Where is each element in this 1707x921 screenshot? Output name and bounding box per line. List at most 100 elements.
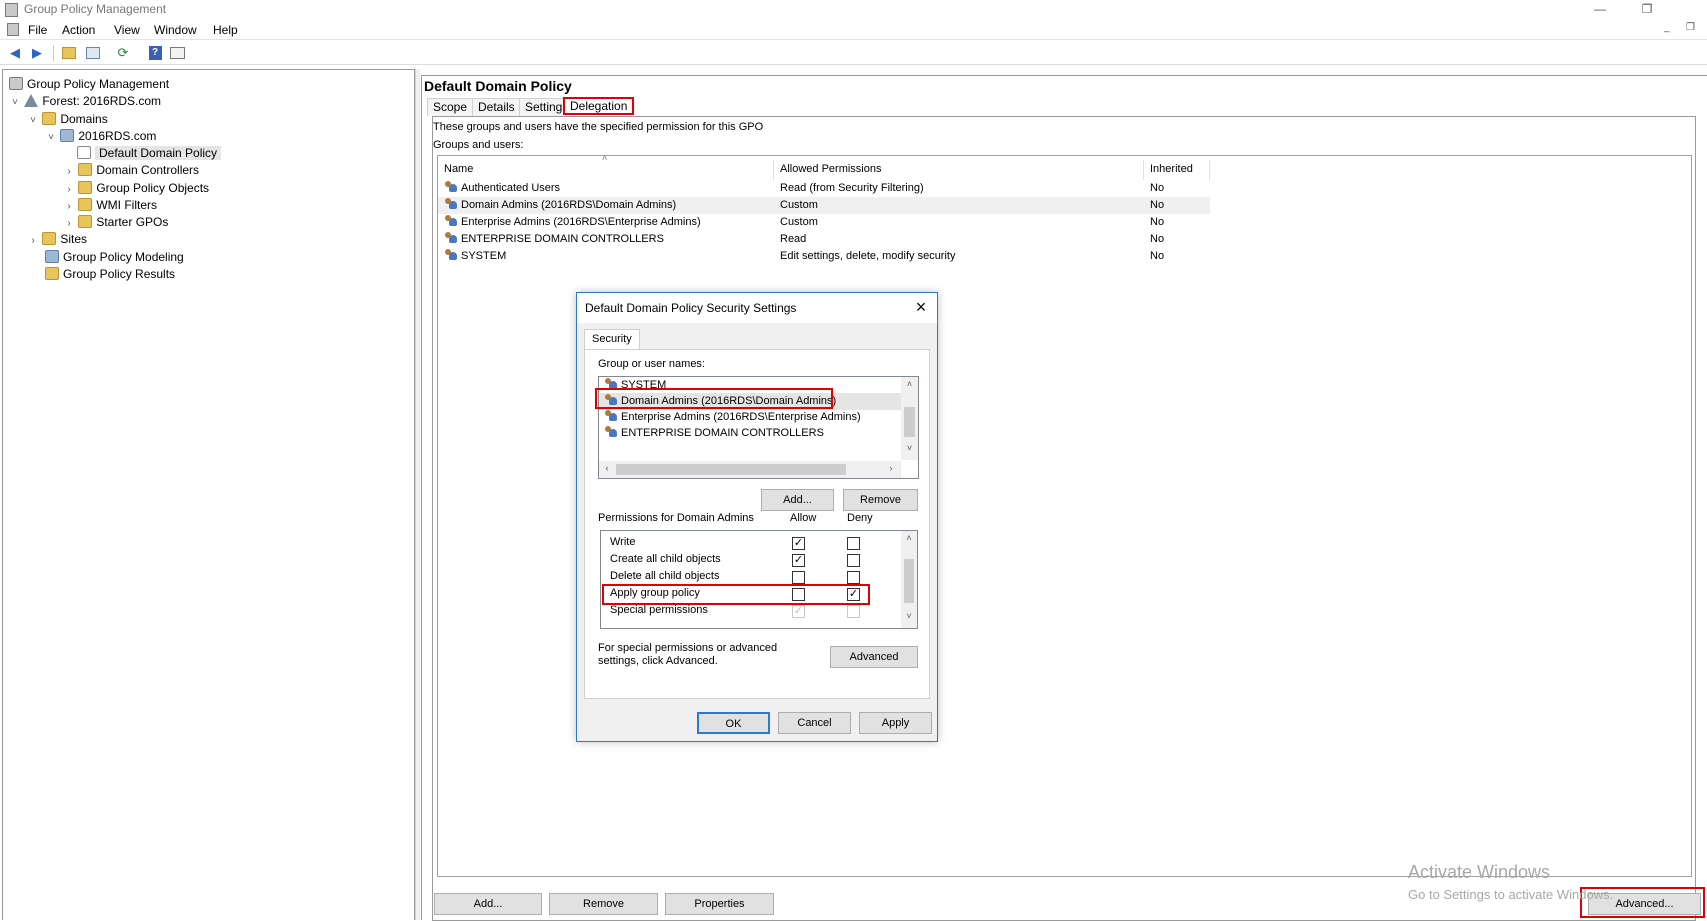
hscrollbar-thumb[interactable]: [616, 464, 846, 475]
advanced-settings-button[interactable]: Advanced: [830, 646, 918, 668]
tree-default-domain-policy[interactable]: Default Domain Policy: [77, 145, 222, 162]
menu-help[interactable]: Help: [213, 23, 238, 37]
column-header-name[interactable]: Name: [438, 160, 774, 180]
tab-security[interactable]: Security: [584, 329, 640, 349]
properties-button[interactable]: Properties: [665, 893, 774, 915]
child-restore-icon[interactable]: ❐: [1686, 22, 1695, 33]
child-minimize-icon[interactable]: _: [1664, 22, 1670, 33]
add-button[interactable]: Add...: [434, 893, 542, 915]
refresh-icon[interactable]: ⟳: [114, 44, 132, 62]
minimize-button[interactable]: —: [1585, 0, 1615, 20]
tree-starter[interactable]: › Starter GPOs: [63, 214, 168, 231]
user-highlight: [595, 388, 833, 409]
table-row[interactable]: SYSTEM Edit settings, delete, modify sec…: [438, 248, 1210, 265]
close-icon[interactable]: ×: [909, 296, 933, 320]
scroll-down-icon[interactable]: ˅: [901, 611, 917, 621]
apply-button[interactable]: Apply: [859, 712, 932, 734]
scroll-left-icon[interactable]: ‹: [601, 463, 613, 473]
window-title: Group Policy Management: [24, 2, 167, 16]
expand-chevron-icon[interactable]: ›: [27, 232, 39, 249]
table-row[interactable]: Enterprise Admins (2016RDS\Enterprise Ad…: [438, 214, 1210, 231]
expand-chevron-icon[interactable]: ›: [63, 163, 75, 180]
row-name: Enterprise Admins (2016RDS\Enterprise Ad…: [444, 214, 701, 230]
restore-button[interactable]: ❐: [1632, 0, 1662, 20]
user-group-icon: [444, 181, 458, 193]
deny-checkbox: [847, 605, 860, 618]
allow-checkbox[interactable]: [792, 571, 805, 584]
tree-gpo[interactable]: › Group Policy Objects: [63, 180, 209, 197]
tree-domain[interactable]: ˅ 2016RDS.com: [45, 128, 156, 145]
dialog-remove-button[interactable]: Remove: [843, 489, 918, 511]
help-icon[interactable]: ?: [146, 44, 164, 62]
scrollbar-thumb[interactable]: [904, 407, 915, 437]
ok-button[interactable]: OK: [697, 712, 770, 734]
deny-checkbox[interactable]: [847, 537, 860, 550]
menu-window[interactable]: Window: [154, 23, 197, 37]
collapse-chevron-icon[interactable]: ˅: [45, 129, 57, 146]
up-folder-icon[interactable]: [60, 44, 78, 62]
tab-delegation[interactable]: Delegation: [563, 97, 635, 115]
list-item-label: Enterprise Admins (2016RDS\Enterprise Ad…: [621, 411, 861, 423]
dialog-add-button[interactable]: Add...: [761, 489, 834, 511]
pane-splitter[interactable]: [415, 69, 420, 920]
scrollbar-thumb[interactable]: [904, 559, 914, 603]
permissions-scrollbar[interactable]: ˄ ˅: [901, 531, 917, 628]
column-header-permissions[interactable]: Allowed Permissions: [774, 160, 1144, 180]
permission-row[interactable]: Write ✓: [601, 534, 899, 552]
row-name: ENTERPRISE DOMAIN CONTROLLERS: [444, 231, 664, 247]
user-group-icon: [444, 232, 458, 244]
tab-scope[interactable]: Scope: [427, 98, 474, 116]
list-item[interactable]: ENTERPRISE DOMAIN CONTROLLERS: [599, 425, 901, 442]
menu-action[interactable]: Action: [62, 23, 95, 37]
scroll-right-icon[interactable]: ›: [885, 463, 897, 473]
permission-row[interactable]: Create all child objects ✓: [601, 551, 899, 569]
tree-wmi[interactable]: › WMI Filters: [63, 197, 157, 214]
row-name-text: Authenticated Users: [461, 182, 561, 194]
permission-name: Delete all child objects: [610, 570, 720, 582]
cancel-button[interactable]: Cancel: [778, 712, 851, 734]
vertical-scrollbar[interactable]: ˄ ˅: [901, 377, 918, 460]
show-tree-icon[interactable]: [84, 44, 102, 62]
properties-icon[interactable]: [168, 44, 186, 62]
table-row[interactable]: Domain Admins (2016RDS\Domain Admins) Cu…: [438, 197, 1210, 214]
toolbar-separator: [53, 45, 54, 61]
tree-default-domain-policy-label: Default Domain Policy: [95, 146, 222, 160]
tree-results[interactable]: Group Policy Results: [45, 266, 175, 283]
menu-file[interactable]: File: [28, 23, 47, 37]
table-row[interactable]: ENTERPRISE DOMAIN CONTROLLERS Read No: [438, 231, 1210, 248]
table-row[interactable]: Authenticated Users Read (from Security …: [438, 180, 1210, 197]
expand-chevron-icon[interactable]: ›: [63, 198, 75, 215]
modeling-icon: [45, 250, 59, 263]
tree-modeling[interactable]: Group Policy Modeling: [45, 249, 184, 266]
tree-forest[interactable]: ˅ Forest: 2016RDS.com: [9, 93, 161, 110]
sort-ascending-icon: ˄: [602, 153, 608, 163]
permissions-list: Write ✓ Create all child objects ✓ Delete al…: [600, 530, 918, 629]
row-permission: Custom: [780, 199, 818, 211]
tree-domains[interactable]: ˅ Domains: [27, 111, 108, 128]
menu-view[interactable]: View: [114, 23, 140, 37]
allow-checkbox[interactable]: ✓: [792, 554, 805, 567]
tab-details[interactable]: Details: [472, 98, 521, 116]
column-header-inherited[interactable]: Inherited: [1144, 160, 1210, 180]
tree-sites[interactable]: › Sites: [27, 231, 87, 248]
list-item[interactable]: Enterprise Admins (2016RDS\Enterprise Ad…: [599, 409, 901, 426]
gpo-folder-icon: [78, 181, 93, 194]
deny-checkbox[interactable]: [847, 571, 860, 584]
tree-wmi-label: WMI Filters: [96, 198, 157, 212]
expand-chevron-icon[interactable]: ›: [63, 181, 75, 198]
scroll-up-icon[interactable]: ˄: [901, 379, 918, 389]
remove-button[interactable]: Remove: [549, 893, 658, 915]
scroll-down-icon[interactable]: ˅: [901, 443, 918, 453]
back-arrow-icon[interactable]: ◀: [6, 44, 24, 62]
forward-arrow-icon[interactable]: ▶: [28, 44, 46, 62]
allow-checkbox[interactable]: ✓: [792, 537, 805, 550]
scroll-up-icon[interactable]: ˄: [901, 533, 917, 543]
tree-domain-controllers[interactable]: › Domain Controllers: [63, 162, 199, 179]
tree-root[interactable]: Group Policy Management: [9, 76, 169, 93]
domain-icon: [60, 129, 75, 142]
horizontal-scrollbar[interactable]: ‹ ›: [599, 461, 901, 478]
collapse-chevron-icon[interactable]: ˅: [9, 94, 21, 111]
collapse-chevron-icon[interactable]: ˅: [27, 112, 39, 129]
deny-checkbox[interactable]: [847, 554, 860, 567]
expand-chevron-icon[interactable]: ›: [63, 215, 75, 232]
